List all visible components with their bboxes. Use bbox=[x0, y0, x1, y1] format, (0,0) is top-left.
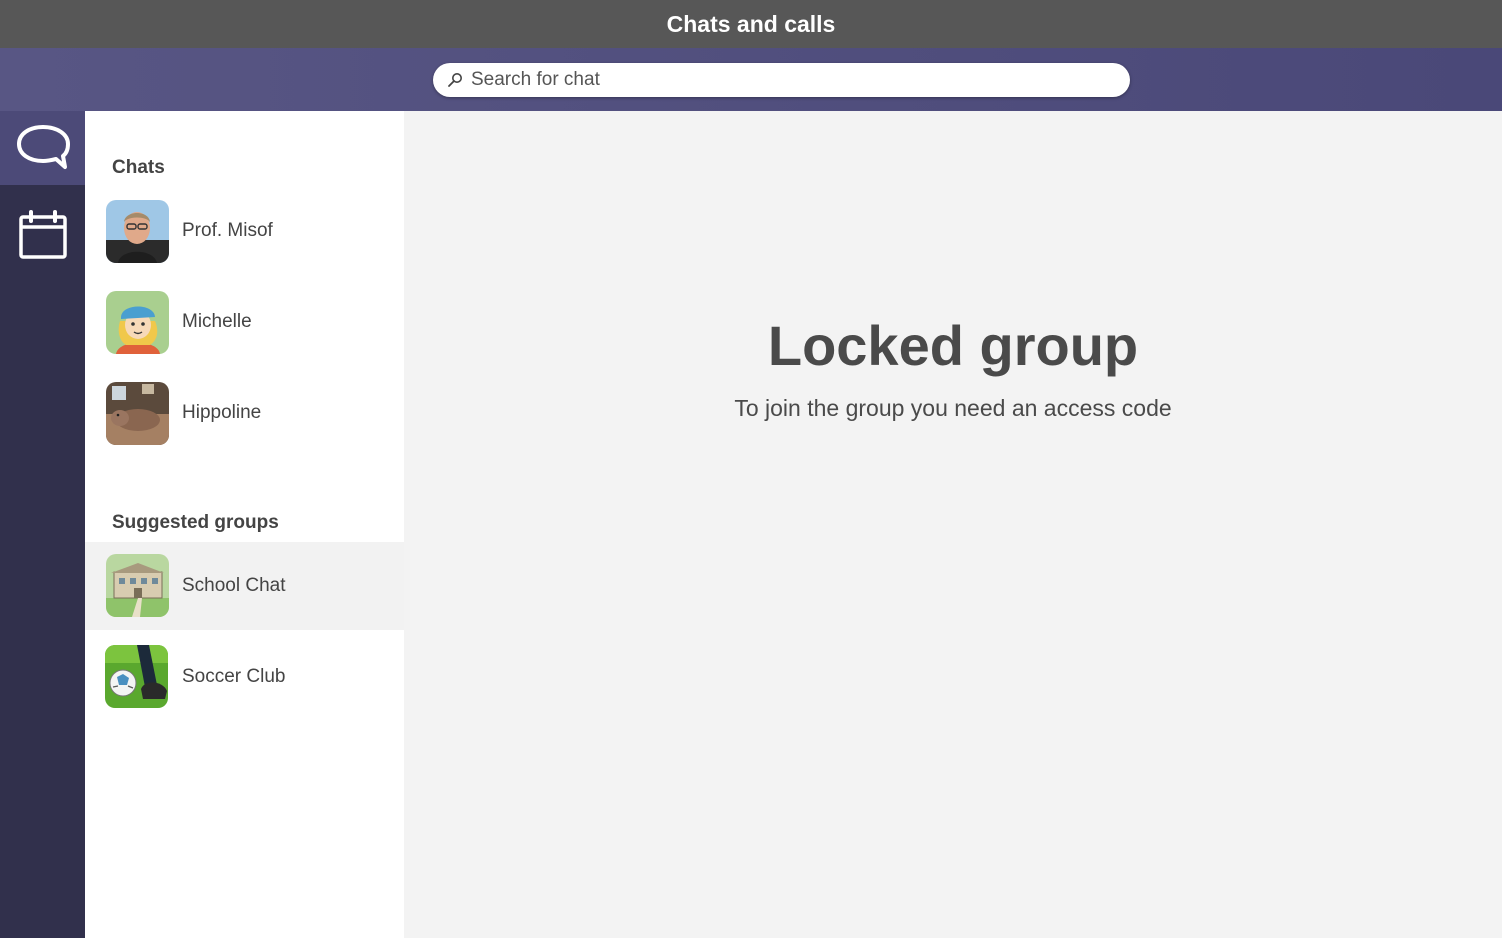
chat-item-prof-misof[interactable]: Prof. Misof bbox=[85, 187, 404, 275]
chats-section-title: Chats bbox=[112, 157, 165, 178]
search-box[interactable] bbox=[433, 63, 1130, 97]
avatar bbox=[106, 382, 169, 445]
search-icon bbox=[448, 73, 462, 87]
nav-rail bbox=[0, 111, 85, 938]
search-bar bbox=[0, 48, 1502, 111]
rail-item-calendar[interactable] bbox=[0, 198, 85, 272]
rail-item-chats[interactable] bbox=[0, 111, 85, 185]
chat-bubble-icon bbox=[16, 125, 70, 169]
groups-section-title: Suggested groups bbox=[112, 512, 279, 533]
chat-item-michelle[interactable]: Michelle bbox=[85, 278, 404, 366]
calendar-icon bbox=[18, 210, 67, 259]
chat-list-sidebar: Chats Prof. Misof Michelle Hippoline Sug… bbox=[85, 111, 404, 938]
group-item-label: Soccer Club bbox=[182, 666, 286, 687]
locked-group-title: Locked group bbox=[767, 314, 1139, 377]
avatar bbox=[106, 554, 169, 617]
avatar bbox=[106, 200, 169, 263]
main-content: Locked group To join the group you need … bbox=[404, 111, 1502, 938]
group-item-school-chat[interactable]: School Chat bbox=[85, 542, 404, 630]
group-item-label: School Chat bbox=[182, 575, 286, 596]
chat-item-label: Hippoline bbox=[182, 402, 262, 423]
avatar bbox=[105, 645, 168, 708]
search-input[interactable] bbox=[469, 68, 1089, 92]
window-title: Chats and calls bbox=[666, 10, 836, 37]
chat-item-label: Michelle bbox=[182, 311, 252, 332]
locked-group-subtitle: To join the group you need an access cod… bbox=[734, 395, 1172, 421]
chat-item-label: Prof. Misof bbox=[182, 220, 273, 241]
avatar bbox=[106, 291, 169, 354]
chat-item-hippoline[interactable]: Hippoline bbox=[85, 369, 404, 457]
group-item-soccer-club[interactable]: Soccer Club bbox=[85, 633, 404, 721]
window-titlebar: Chats and calls bbox=[0, 0, 1502, 48]
